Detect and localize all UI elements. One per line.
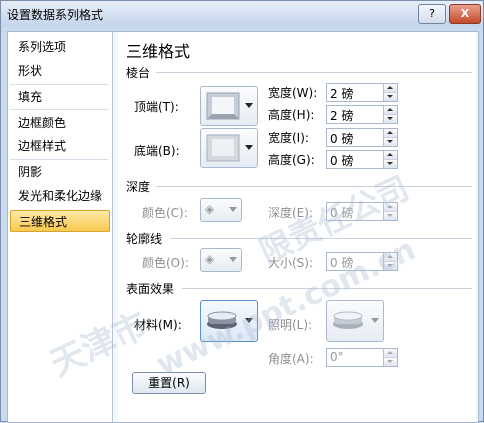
chevron-down-icon: [229, 257, 237, 262]
chevron-down-icon: [245, 318, 253, 323]
top-width-value: 2 磅: [330, 87, 354, 101]
decrement-arrow-icon[interactable]: [383, 93, 397, 101]
nav-item-border-style[interactable]: 边框样式: [10, 135, 110, 157]
decrement-arrow-icon[interactable]: [383, 115, 397, 123]
contour-size-value: 0 磅: [330, 256, 354, 270]
nav-item-fill[interactable]: 填充: [10, 86, 110, 108]
bottom-height-spinner[interactable]: 0 磅: [326, 150, 398, 169]
contour-size-spinner[interactable]: 0 磅: [326, 252, 398, 271]
bottom-width-value: 0 磅: [330, 132, 354, 146]
section-divider: [170, 238, 472, 239]
material-label: 材料(M):: [134, 318, 182, 332]
decrement-arrow-icon[interactable]: [383, 160, 397, 168]
bottom-bevel-label: 底端(B):: [134, 144, 180, 158]
angle-value: 0°: [330, 350, 344, 364]
bottom-width-spinner[interactable]: 0 磅: [326, 128, 398, 147]
chevron-down-icon: [371, 318, 379, 323]
top-bevel-dropdown[interactable]: [200, 86, 258, 126]
depth-section-title: 深度: [126, 180, 151, 194]
paint-bucket-icon: ◈: [205, 252, 215, 266]
chevron-down-icon: [245, 103, 253, 108]
decrement-arrow-icon[interactable]: [383, 262, 397, 270]
reset-button[interactable]: 重置(R): [132, 372, 206, 394]
surface-section-title: 表面效果: [126, 282, 175, 296]
depth-spinner[interactable]: 0 磅: [326, 202, 398, 221]
category-nav: 系列选项 形状 填充 边框颜色 边框样式 阴影 发光和柔化边缘 三维格式: [8, 32, 113, 422]
nav-divider: [10, 84, 108, 85]
nav-divider: [10, 109, 108, 110]
lighting-preview-icon: [333, 311, 363, 329]
close-button[interactable]: X: [449, 4, 481, 24]
section-divider: [182, 288, 472, 289]
increment-arrow-icon[interactable]: [383, 84, 397, 93]
contour-section-title: 轮廓线: [126, 232, 163, 246]
depth-label: 深度(E):: [268, 206, 313, 220]
chevron-down-icon: [245, 145, 253, 150]
contour-color-dropdown[interactable]: ◈: [200, 248, 242, 272]
increment-arrow-icon[interactable]: [383, 151, 397, 160]
help-button[interactable]: ?: [418, 4, 446, 24]
contour-size-label: 大小(S):: [268, 256, 314, 270]
material-preview-icon: [207, 311, 237, 329]
top-height-value: 2 磅: [330, 109, 354, 123]
top-width-spinner[interactable]: 2 磅: [326, 83, 398, 102]
format-data-series-dialog: 设置数据系列格式 ? X 系列选项 形状 填充 边框颜色 边框样式 阴影 发光和…: [0, 0, 484, 423]
increment-arrow-icon[interactable]: [383, 253, 397, 262]
increment-arrow-icon[interactable]: [383, 106, 397, 115]
angle-label: 角度(A):: [268, 352, 314, 366]
bottom-width-label: 宽度(I):: [268, 131, 309, 145]
depth-value: 0 磅: [330, 206, 354, 220]
contour-color-label: 颜色(O):: [142, 256, 189, 270]
chevron-down-icon: [229, 207, 237, 212]
format-panel: 三维格式 棱台 顶端(T): 宽度(W): 2 磅 高度(H): 2 磅 底端(…: [118, 32, 476, 422]
bevel-section-title: 棱台: [126, 66, 151, 80]
depth-color-dropdown[interactable]: ◈: [200, 198, 242, 222]
top-height-label: 高度(H):: [268, 108, 315, 122]
bottom-bevel-dropdown[interactable]: [200, 128, 258, 168]
section-divider: [156, 72, 472, 73]
increment-arrow-icon[interactable]: [383, 129, 397, 138]
nav-item-shadow[interactable]: 阴影: [10, 161, 110, 183]
bevel-preview-icon: [206, 92, 240, 120]
bottom-height-label: 高度(G):: [268, 153, 315, 167]
title-bar: 设置数据系列格式 ? X: [1, 1, 483, 27]
nav-item-shape[interactable]: 形状: [10, 60, 110, 82]
paint-bucket-icon: ◈: [205, 202, 215, 216]
window-title: 设置数据系列格式: [7, 8, 104, 22]
nav-divider: [10, 159, 108, 160]
top-width-label: 宽度(W):: [268, 86, 318, 100]
nav-item-3d-format[interactable]: 三维格式: [10, 210, 110, 232]
nav-item-border-color[interactable]: 边框颜色: [10, 112, 110, 134]
bottom-height-value: 0 磅: [330, 154, 354, 168]
section-divider: [156, 186, 472, 187]
panel-heading: 三维格式: [126, 42, 191, 61]
increment-arrow-icon[interactable]: [383, 203, 397, 212]
top-height-spinner[interactable]: 2 磅: [326, 105, 398, 124]
increment-arrow-icon[interactable]: [383, 349, 397, 358]
nav-item-glow-soft-edges[interactable]: 发光和柔化边缘: [10, 185, 110, 207]
decrement-arrow-icon[interactable]: [383, 138, 397, 146]
lighting-label: 照明(L):: [268, 318, 313, 332]
top-bevel-label: 顶端(T):: [134, 100, 179, 114]
angle-spinner[interactable]: 0°: [326, 348, 398, 367]
bevel-preview-icon: [206, 134, 240, 162]
decrement-arrow-icon[interactable]: [383, 212, 397, 220]
decrement-arrow-icon[interactable]: [383, 358, 397, 366]
depth-color-label: 颜色(C):: [142, 206, 188, 220]
dialog-body: 系列选项 形状 填充 边框颜色 边框样式 阴影 发光和柔化边缘 三维格式 三维格…: [7, 31, 479, 423]
material-dropdown[interactable]: [200, 300, 258, 342]
nav-item-series-options[interactable]: 系列选项: [10, 36, 110, 58]
lighting-dropdown[interactable]: [326, 300, 384, 342]
